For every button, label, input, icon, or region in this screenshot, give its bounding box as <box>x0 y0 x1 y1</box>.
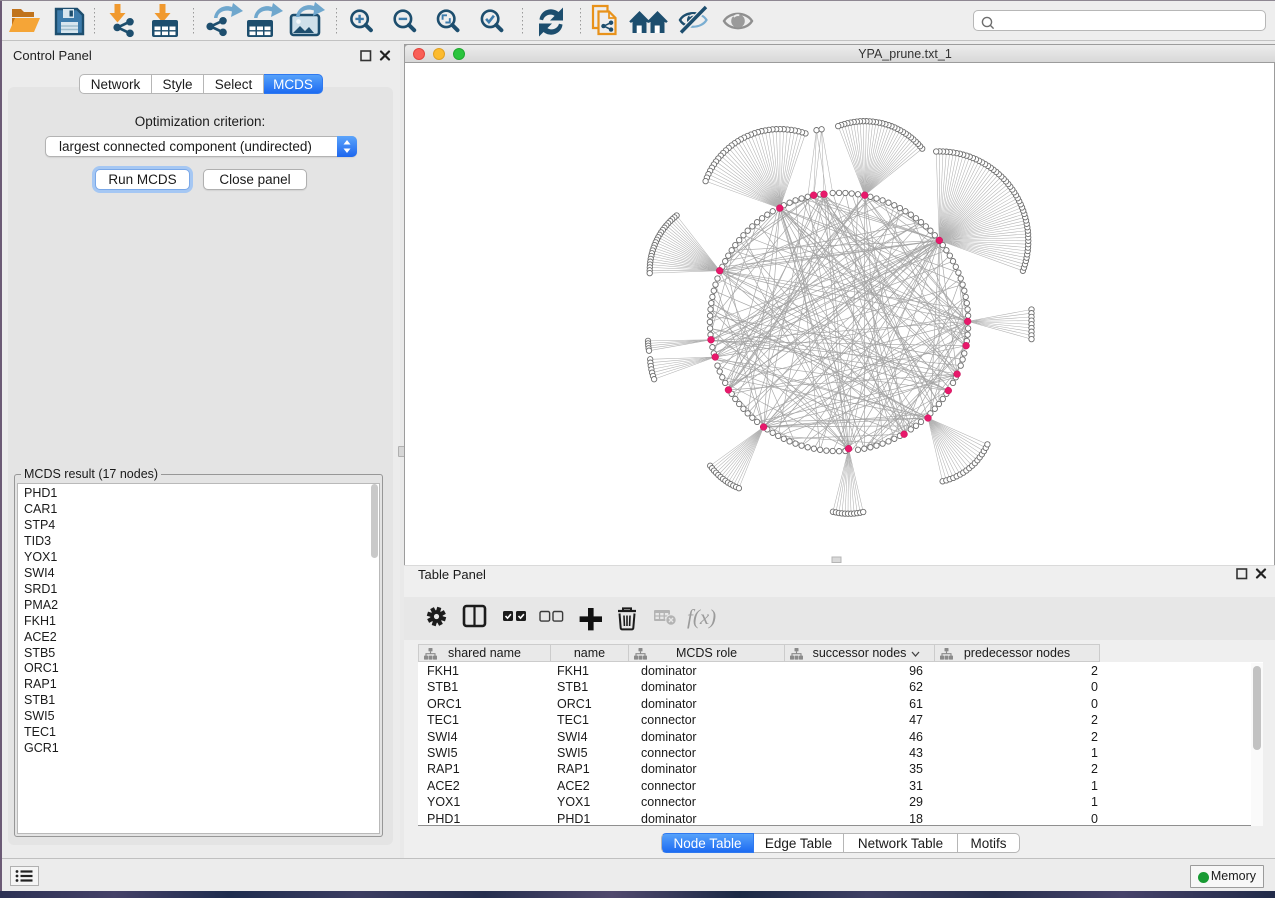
svg-text:f(x): f(x) <box>687 605 716 629</box>
